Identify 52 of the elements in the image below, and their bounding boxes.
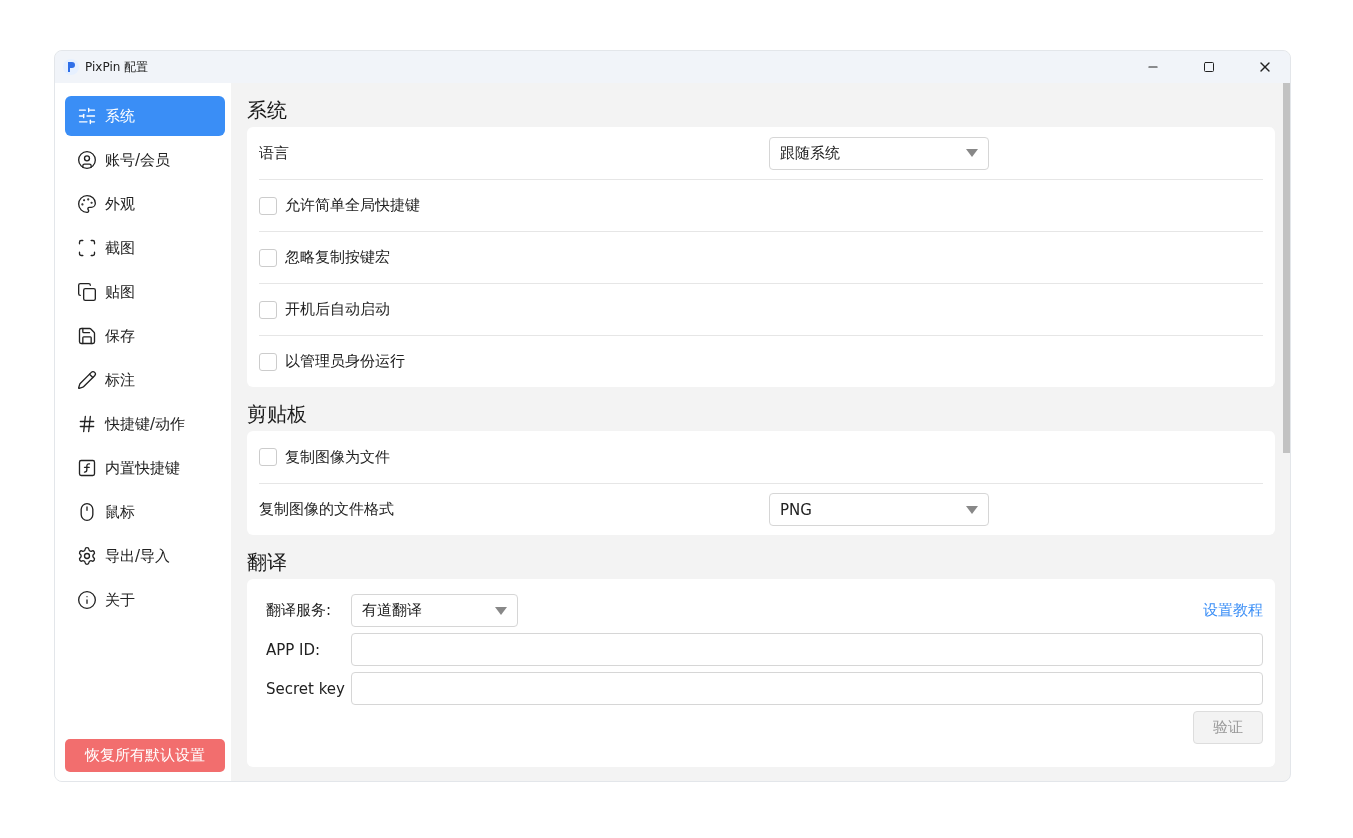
sidebar-item[interactable]: 贴图	[65, 272, 225, 312]
user-icon	[77, 150, 97, 170]
dropdown-arrow-icon	[966, 505, 978, 514]
checkbox-label: 开机后自动启动	[285, 300, 390, 319]
info-icon	[77, 590, 97, 610]
sidebar-item[interactable]: 快捷键/动作	[65, 404, 225, 444]
checkbox[interactable]	[259, 448, 277, 466]
section-title: 剪贴板	[247, 400, 308, 428]
input-field[interactable]	[351, 672, 1263, 705]
checkbox-label: 以管理员身份运行	[285, 352, 405, 371]
checkbox[interactable]	[259, 300, 277, 319]
sidebar-item[interactable]: 鼠标	[65, 492, 225, 532]
checkbox[interactable]	[259, 352, 277, 371]
sidebar-item[interactable]: 保存	[65, 316, 225, 356]
palette-icon	[77, 194, 97, 214]
sliders-icon	[77, 106, 97, 126]
window-title: PixPin 配置	[85, 58, 150, 76]
setting-label: 复制图像的文件格式	[259, 500, 395, 519]
sidebar-item[interactable]: 截图	[65, 228, 225, 268]
pencil-icon	[77, 370, 97, 390]
checkbox-label: 忽略复制按键宏	[285, 248, 390, 267]
sidebar-item[interactable]: 外观	[65, 184, 225, 224]
hash-icon	[77, 414, 97, 434]
dropdown[interactable]: PNG	[769, 493, 989, 526]
setting-label: APP ID:	[265, 640, 322, 659]
checkbox[interactable]	[259, 196, 277, 215]
section-title: 翻译	[247, 548, 288, 576]
copy-icon	[77, 282, 97, 302]
setting-label: Secret key	[265, 679, 345, 698]
checkbox-label: 允许简单全局快捷键	[285, 196, 420, 215]
dropdown-arrow-icon	[966, 149, 978, 157]
dropdown[interactable]: 跟随系统	[769, 136, 989, 170]
checkbox-label: 复制图像为文件	[285, 447, 390, 467]
sidebar-item[interactable]: 导出/导入	[65, 536, 225, 576]
dropdown[interactable]: 有道翻译	[351, 594, 518, 627]
maximize-icon	[1203, 61, 1215, 73]
scrollbar[interactable]	[1283, 83, 1290, 453]
dropdown-arrow-icon	[495, 606, 507, 615]
setting-label: 语言	[259, 143, 290, 163]
section-title: 系统	[247, 96, 288, 124]
sidebar-item[interactable]: 内置快捷键	[65, 448, 225, 488]
save-icon	[77, 326, 97, 346]
sidebar-item[interactable]: 标注	[65, 360, 225, 400]
checkbox[interactable]	[259, 248, 277, 267]
function-icon	[77, 458, 97, 478]
scan-icon	[77, 238, 97, 258]
input-field[interactable]	[351, 633, 1263, 666]
sidebar-item[interactable]: 账号/会员	[65, 140, 225, 180]
settings-icon	[77, 546, 97, 566]
sidebar-item[interactable]: 关于	[65, 580, 225, 620]
app-logo-icon	[63, 59, 79, 75]
setting-label: 翻译服务:	[265, 601, 333, 620]
